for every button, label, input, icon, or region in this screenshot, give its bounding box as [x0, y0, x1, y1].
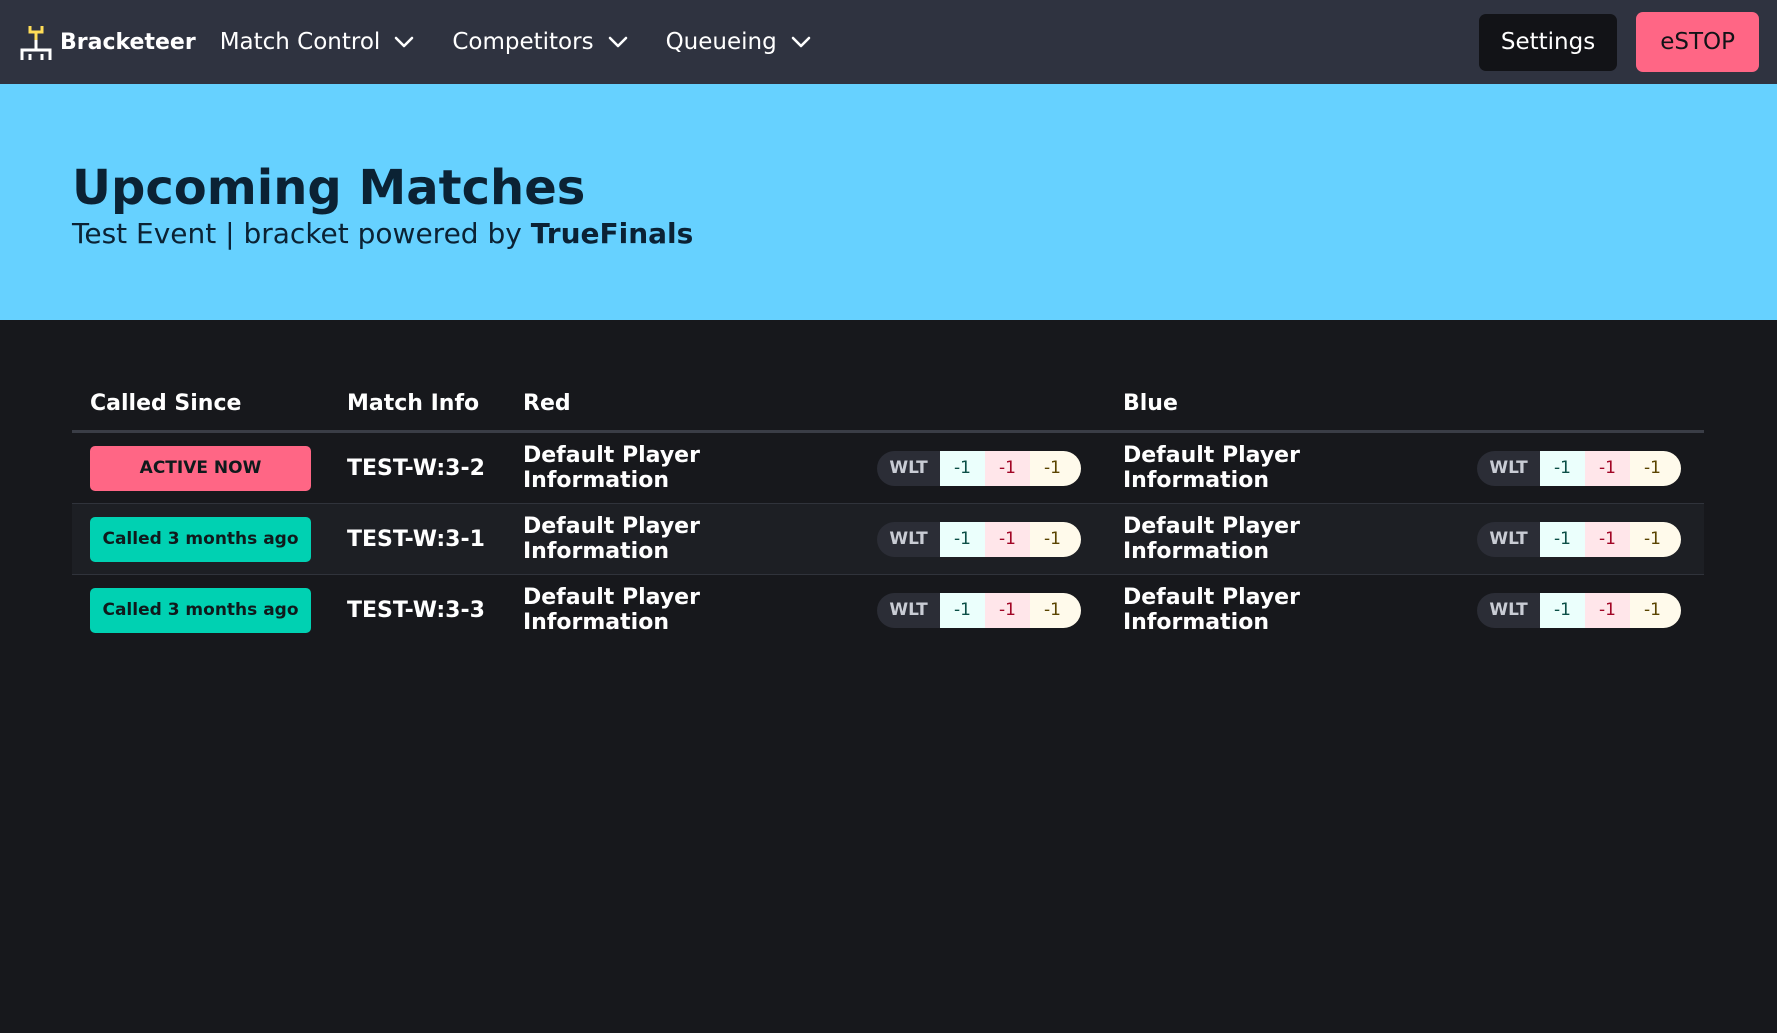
red-player-name: Default Player Information — [523, 585, 700, 635]
header-red: Red — [505, 391, 1105, 433]
losses-value: -1 — [985, 450, 1030, 486]
red-wlt-record: WLT -1 -1 -1 — [877, 521, 1081, 557]
chevron-down-icon — [608, 36, 627, 48]
chevron-down-icon — [395, 36, 414, 48]
menu-match-control[interactable]: Match Control — [220, 29, 415, 55]
menu-competitors[interactable]: Competitors — [452, 29, 627, 55]
losses-value: -1 — [1585, 592, 1630, 628]
losses-value: -1 — [985, 592, 1030, 628]
menu-queueing[interactable]: Queueing — [666, 29, 811, 55]
losses-value: -1 — [1585, 521, 1630, 557]
bracket-icon — [20, 26, 52, 60]
ties-value: -1 — [1630, 521, 1681, 557]
table-header-row: Called Since Match Info Red Blue — [72, 391, 1704, 433]
page-title: Upcoming Matches — [72, 160, 586, 216]
wlt-label: WLT — [1477, 450, 1540, 486]
header-blue: Blue — [1105, 391, 1704, 433]
wins-value: -1 — [940, 450, 985, 486]
ties-value: -1 — [1030, 592, 1081, 628]
match-id: TEST-W:3-3 — [347, 597, 485, 623]
menu-label: Queueing — [665, 29, 777, 55]
blue-player-name: Default Player Information — [1123, 514, 1300, 564]
brand-link[interactable]: Bracketeer — [20, 24, 196, 60]
ties-value: -1 — [1630, 450, 1681, 486]
matches-table-container: Called Since Match Info Red Blue ACTIVE … — [0, 320, 1777, 645]
wins-value: -1 — [1540, 450, 1585, 486]
header-called-since: Called Since — [72, 391, 329, 433]
table-row: Called 3 months ago TEST-W:3-3 Default P… — [72, 575, 1704, 646]
blue-player-name: Default Player Information — [1123, 585, 1300, 635]
estop-button[interactable]: eSTOP — [1636, 12, 1759, 72]
top-navbar: Bracketeer Match Control Competitors Que… — [0, 0, 1777, 84]
subtitle-brand: TrueFinals — [530, 216, 694, 250]
red-wlt-record: WLT -1 -1 -1 — [877, 592, 1081, 628]
wins-value: -1 — [1540, 592, 1585, 628]
blue-player-name: Default Player Information — [1123, 443, 1300, 493]
menu-label: Match Control — [219, 29, 381, 55]
wins-value: -1 — [940, 592, 985, 628]
ties-value: -1 — [1030, 450, 1081, 486]
status-badge: Called 3 months ago — [90, 587, 311, 633]
status-badge: ACTIVE NOW — [90, 445, 311, 491]
header-match-info: Match Info — [329, 391, 505, 433]
wins-value: -1 — [940, 521, 985, 557]
wlt-label: WLT — [877, 521, 940, 557]
chevron-down-icon — [791, 36, 811, 48]
ties-value: -1 — [1030, 521, 1081, 557]
wlt-label: WLT — [877, 450, 940, 486]
blue-wlt-record: WLT -1 -1 -1 — [1477, 450, 1681, 486]
match-id: TEST-W:3-1 — [347, 526, 485, 552]
wins-value: -1 — [1540, 521, 1585, 557]
table-row: Called 3 months ago TEST-W:3-1 Default P… — [72, 503, 1704, 575]
table-row: ACTIVE NOW TEST-W:3-2 Default Player Inf… — [72, 431, 1704, 504]
red-wlt-record: WLT -1 -1 -1 — [877, 450, 1081, 486]
subtitle-text: Test Event | bracket powered by — [72, 216, 522, 250]
blue-wlt-record: WLT -1 -1 -1 — [1477, 592, 1681, 628]
red-player-name: Default Player Information — [523, 514, 700, 564]
blue-wlt-record: WLT -1 -1 -1 — [1477, 521, 1681, 557]
upcoming-matches-table: Called Since Match Info Red Blue ACTIVE … — [72, 391, 1704, 645]
red-player-name: Default Player Information — [523, 443, 700, 493]
menu-label: Competitors — [452, 29, 594, 55]
brand-name: Bracketeer — [60, 29, 196, 55]
settings-button[interactable]: Settings — [1478, 13, 1618, 71]
page-subtitle: Test Event | bracket powered by TrueFina… — [72, 217, 1777, 250]
losses-value: -1 — [1585, 450, 1630, 486]
match-id: TEST-W:3-2 — [347, 455, 485, 481]
wlt-label: WLT — [1477, 521, 1540, 557]
status-badge: Called 3 months ago — [90, 516, 311, 562]
hero-banner: Upcoming Matches Test Event | bracket po… — [0, 84, 1777, 320]
losses-value: -1 — [985, 521, 1030, 557]
ties-value: -1 — [1630, 592, 1681, 628]
wlt-label: WLT — [1477, 592, 1540, 628]
wlt-label: WLT — [877, 592, 940, 628]
